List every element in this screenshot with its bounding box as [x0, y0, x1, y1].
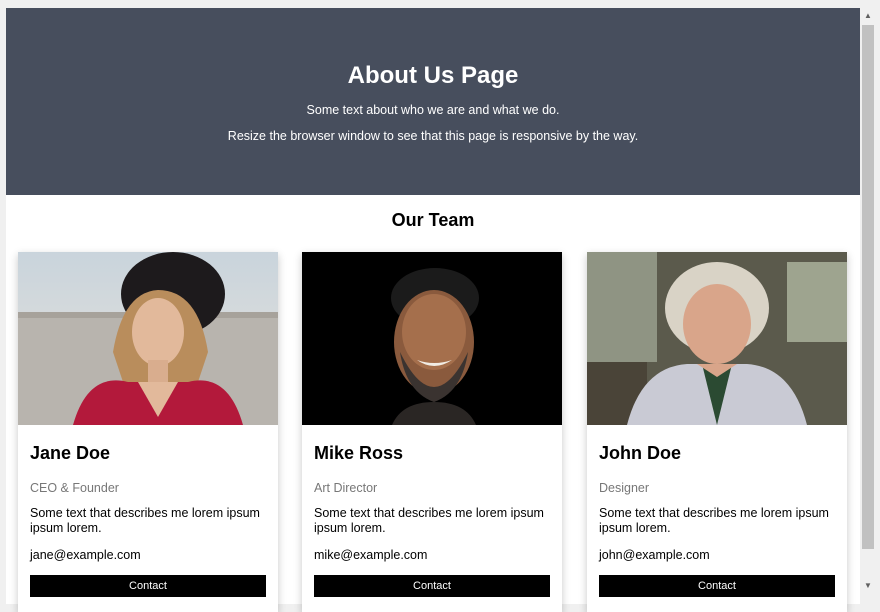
- member-email: jane@example.com: [30, 548, 141, 562]
- member-name: John Doe: [599, 443, 682, 463]
- hero-text-2: Resize the browser window to see that th…: [227, 129, 639, 143]
- about-hero: About Us Page Some text about who we are…: [6, 8, 860, 195]
- member-title: CEO & Founder: [30, 481, 119, 495]
- member-email: john@example.com: [599, 548, 710, 562]
- member-email: mike@example.com: [314, 548, 428, 562]
- member-photo-john: [587, 252, 847, 425]
- member-description: Some text that describes me lorem ipsum …: [599, 506, 829, 535]
- team-card: John Doe Designer Some text that describ…: [587, 252, 847, 612]
- member-description: Some text that describes me lorem ipsum …: [314, 506, 544, 535]
- member-title: Art Director: [314, 481, 378, 495]
- member-title: Designer: [599, 481, 650, 495]
- contact-button[interactable]: Contact: [599, 575, 835, 597]
- member-name: Jane Doe: [30, 443, 111, 463]
- scrollbar-thumb[interactable]: [862, 25, 874, 549]
- contact-button[interactable]: Contact: [314, 575, 550, 597]
- member-description: Some text that describes me lorem ipsum …: [30, 506, 260, 535]
- page-title: About Us Page: [347, 62, 519, 89]
- team-cards: Jane Doe CEO & Founder Some text that de…: [18, 252, 848, 612]
- contact-button[interactable]: Contact: [30, 575, 266, 597]
- member-name: Mike Ross: [314, 443, 404, 463]
- team-card: Jane Doe CEO & Founder Some text that de…: [18, 252, 278, 612]
- team-heading: Our Team: [391, 210, 475, 230]
- scroll-down-arrow-icon[interactable]: ▼: [860, 578, 876, 594]
- hero-text-1: Some text about who we are and what we d…: [306, 103, 560, 117]
- member-photo-mike: [302, 252, 562, 425]
- member-photo-jane: [18, 252, 278, 425]
- team-card: Mike Ross Art Director Some text that de…: [302, 252, 562, 612]
- scroll-up-arrow-icon[interactable]: ▲: [860, 8, 876, 24]
- vertical-scrollbar[interactable]: ▲ ▼: [860, 8, 876, 596]
